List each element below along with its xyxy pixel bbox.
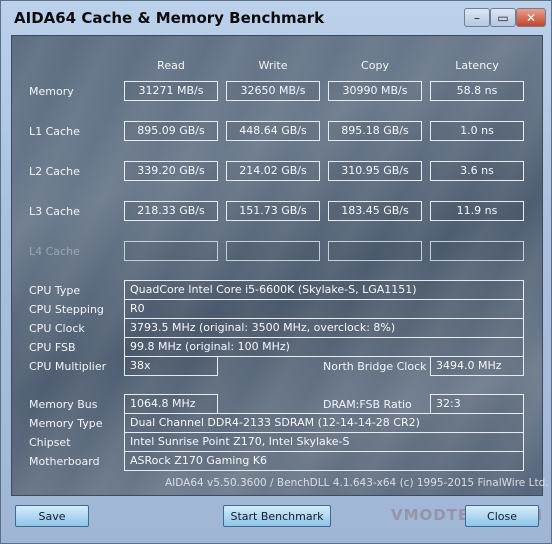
title-bar[interactable]: AIDA64 Cache & Memory Benchmark – ▭ ✕: [1, 1, 551, 35]
start-benchmark-button[interactable]: Start Benchmark: [223, 505, 331, 527]
memory-write-value: 32650 MB/s: [226, 81, 320, 101]
l1-read-value: 895.09 GB/s: [124, 121, 218, 141]
motherboard-label: Motherboard: [29, 455, 100, 468]
benchmark-window: AIDA64 Cache & Memory Benchmark – ▭ ✕ Re…: [0, 0, 552, 544]
cpu-clock-label: CPU Clock: [29, 322, 85, 335]
l3-read-value: 218.33 GB/s: [124, 201, 218, 221]
memory-latency-value: 58.8 ns: [430, 81, 524, 101]
column-header-copy: Copy: [361, 59, 389, 72]
row-label-l3-cache: L3 Cache: [29, 205, 80, 218]
memory-bus-value: 1064.8 MHz: [124, 394, 218, 414]
chipset-value: Intel Sunrise Point Z170, Intel Skylake-…: [124, 432, 524, 452]
dram-fsb-ratio-value: 32:3: [430, 394, 524, 414]
l2-write-value: 214.02 GB/s: [226, 161, 320, 181]
north-bridge-clock-value: 3494.0 MHz: [430, 356, 524, 376]
row-label-l1-cache: L1 Cache: [29, 125, 80, 138]
column-header-latency: Latency: [455, 59, 499, 72]
cpu-clock-value: 3793.5 MHz (original: 3500 MHz, overcloc…: [124, 318, 524, 338]
l4-copy-value: [328, 241, 422, 261]
version-footer: AIDA64 v5.50.3600 / BenchDLL 4.1.643-x64…: [165, 477, 549, 489]
window-title: AIDA64 Cache & Memory Benchmark: [14, 9, 325, 27]
l3-copy-value: 183.45 GB/s: [328, 201, 422, 221]
cpu-fsb-value: 99.8 MHz (original: 100 MHz): [124, 337, 524, 357]
north-bridge-clock-label: North Bridge Clock: [323, 360, 427, 373]
l4-latency-value: [430, 241, 524, 261]
l4-read-value: [124, 241, 218, 261]
row-label-memory: Memory: [29, 85, 74, 98]
close-button[interactable]: Close: [465, 505, 539, 527]
cpu-multiplier-value: 38x: [124, 356, 218, 376]
l1-copy-value: 895.18 GB/s: [328, 121, 422, 141]
l1-latency-value: 1.0 ns: [430, 121, 524, 141]
cpu-stepping-value: R0: [124, 299, 524, 319]
memory-read-value: 31271 MB/s: [124, 81, 218, 101]
memory-type-label: Memory Type: [29, 417, 103, 430]
l1-write-value: 448.64 GB/s: [226, 121, 320, 141]
cpu-multiplier-label: CPU Multiplier: [29, 360, 107, 373]
maximize-button[interactable]: ▭: [490, 8, 516, 27]
cpu-fsb-label: CPU FSB: [29, 341, 76, 354]
cpu-type-value: QuadCore Intel Core i5-6600K (Skylake-S,…: [124, 280, 524, 300]
l2-latency-value: 3.6 ns: [430, 161, 524, 181]
column-header-read: Read: [157, 59, 185, 72]
save-button-label: Save: [38, 509, 66, 523]
motherboard-value: ASRock Z170 Gaming K6: [124, 451, 524, 471]
cpu-stepping-label: CPU Stepping: [29, 303, 104, 316]
start-benchmark-label: Start Benchmark: [230, 509, 324, 523]
memory-copy-value: 30990 MB/s: [328, 81, 422, 101]
chipset-label: Chipset: [29, 436, 71, 449]
column-header-write: Write: [258, 59, 288, 72]
close-button-label: Close: [487, 509, 517, 523]
l2-copy-value: 310.95 GB/s: [328, 161, 422, 181]
memory-type-value: Dual Channel DDR4-2133 SDRAM (12-14-14-2…: [124, 413, 524, 433]
l3-write-value: 151.73 GB/s: [226, 201, 320, 221]
minimize-button[interactable]: –: [464, 8, 490, 27]
row-label-l2-cache: L2 Cache: [29, 165, 80, 178]
l2-read-value: 339.20 GB/s: [124, 161, 218, 181]
save-button[interactable]: Save: [15, 505, 89, 527]
close-window-button[interactable]: ✕: [516, 8, 546, 27]
row-label-l4-cache: L4 Cache: [29, 245, 80, 258]
memory-bus-label: Memory Bus: [29, 398, 98, 411]
cpu-type-label: CPU Type: [29, 284, 81, 297]
l4-write-value: [226, 241, 320, 261]
l3-latency-value: 11.9 ns: [430, 201, 524, 221]
dram-fsb-ratio-label: DRAM:FSB Ratio: [323, 398, 412, 411]
